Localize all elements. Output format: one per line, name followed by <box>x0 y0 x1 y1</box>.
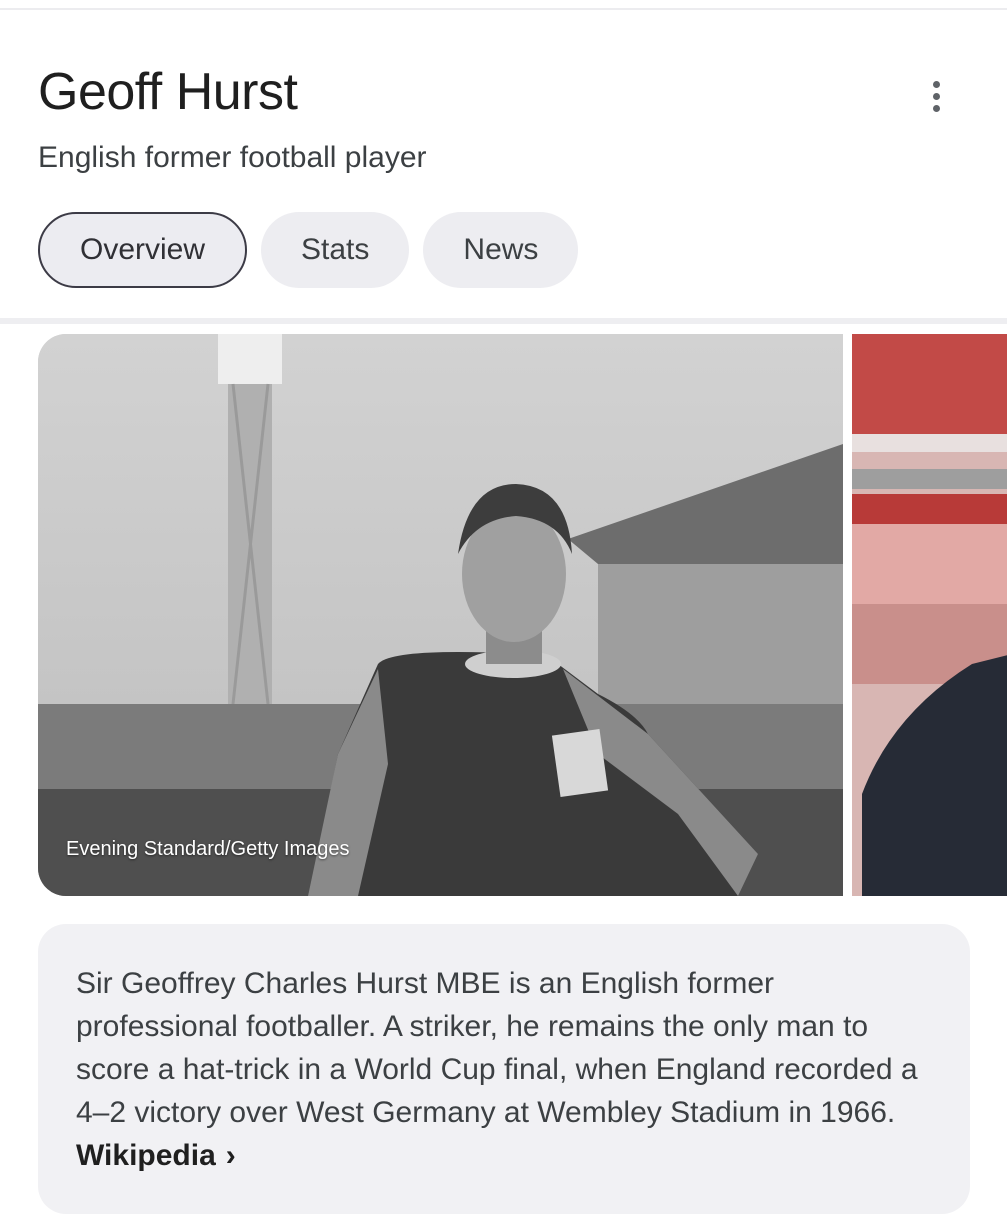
wikipedia-link-label: Wikipedia <box>76 1139 216 1172</box>
top-divider <box>0 0 1007 10</box>
player-photo[interactable] <box>38 334 843 896</box>
player-photo-illustration <box>38 334 843 896</box>
tab-stats[interactable]: Stats <box>261 212 410 288</box>
more-dot <box>932 80 940 88</box>
tab-bar: Overview Stats News <box>38 212 579 288</box>
tab-news[interactable]: News <box>423 212 579 288</box>
more-options-icon[interactable] <box>912 72 960 120</box>
secondary-photo[interactable] <box>852 334 1007 896</box>
description-paragraph: Sir Geoffrey Charles Hurst MBE is an Eng… <box>76 962 932 1177</box>
wikipedia-link[interactable]: Wikipedia › <box>76 1139 236 1172</box>
secondary-photo-illustration <box>852 334 1007 896</box>
page-subtitle: English former football player <box>38 141 427 174</box>
page-title: Geoff Hurst <box>38 63 298 121</box>
image-credit: Evening Standard/Getty Images <box>66 838 350 860</box>
description-card: Sir Geoffrey Charles Hurst MBE is an Eng… <box>38 924 970 1214</box>
description-text: Sir Geoffrey Charles Hurst MBE is an Eng… <box>76 967 918 1129</box>
more-dot <box>932 92 940 100</box>
section-divider <box>0 318 1007 324</box>
chevron-right-icon: › <box>225 1139 236 1172</box>
tab-overview[interactable]: Overview <box>38 212 248 288</box>
more-dot <box>932 104 940 112</box>
